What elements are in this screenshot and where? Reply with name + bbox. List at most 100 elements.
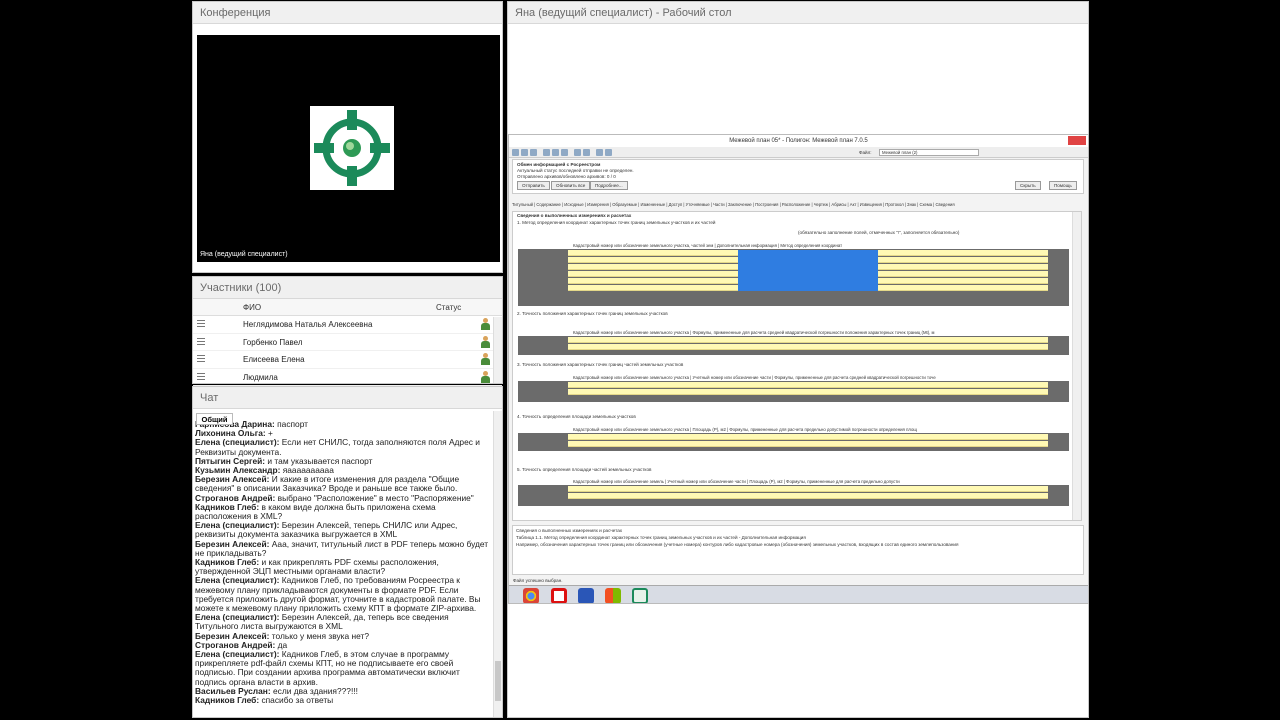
chat-scroll-thumb[interactable] <box>495 661 501 701</box>
chat-message: Елена (специалист): Березин Алексей, да,… <box>195 613 491 632</box>
table-row[interactable] <box>568 382 1048 388</box>
presenter-logo <box>310 106 394 190</box>
col-status-header[interactable]: Статус <box>436 303 461 312</box>
selected-cells[interactable] <box>738 250 878 291</box>
subsection-1-title: 1. Метод определения координат характерн… <box>517 220 716 225</box>
help-button[interactable]: Помощь <box>1049 181 1077 190</box>
participants-panel: Участники (100) ФИО Статус Неглядимова Н… <box>192 276 503 386</box>
windows-app-icon[interactable] <box>605 588 621 603</box>
chrome-icon[interactable] <box>523 588 539 603</box>
note-fill-1: (обязательно заполнение полей, отмеченны… <box>798 230 960 235</box>
exchange-section: Обмен информацией с Росреестром Актуальн… <box>512 159 1084 194</box>
table-5: Кадастровый номер или обозначение земель… <box>518 478 1069 506</box>
save-disk-icon[interactable] <box>578 588 594 603</box>
app-window: Межевой план 05* - Полигон: Межевой план… <box>508 134 1089 604</box>
preview-icon[interactable] <box>583 149 590 156</box>
subsection-4-title: 4. Точность определения площади земельны… <box>517 414 636 419</box>
table-2: Кадастровый номер или обозначение земель… <box>518 329 1069 355</box>
row-menu-icon[interactable] <box>197 372 205 380</box>
table-1-header: Кадастровый номер или обозначение земель… <box>518 242 1069 249</box>
row-menu-icon[interactable] <box>197 320 205 327</box>
participant-name: Неглядимова Наталья Алексеевна <box>243 320 373 329</box>
exchange-title: Обмен информацией с Росреестром <box>517 162 601 167</box>
section-heading: Сведения о выполненных измерениях и расч… <box>517 213 632 218</box>
redo-icon[interactable] <box>605 149 612 156</box>
table-4-header: Кадастровый номер или обозначение земель… <box>518 426 1069 433</box>
new-file-icon[interactable] <box>512 149 519 156</box>
section-tabs[interactable]: Титульный | Содержание | Исходные | Изме… <box>512 202 1084 210</box>
row-menu-icon[interactable] <box>197 355 205 362</box>
chat-panel: Чат Гарнисова Дарина: паспорт Лихонина Ол… <box>192 386 503 718</box>
app-toolbar: Файл: Межевой план (2) <box>509 147 1088 158</box>
chat-message: Елена (специалист): Если нет СНИЛС, тогд… <box>195 438 491 457</box>
desktop-title: Яна (ведущий специалист) - Рабочий стол <box>508 2 1088 24</box>
chat-message: Кадников Глеб: спасибо за ответы <box>195 695 491 706</box>
table-row[interactable] <box>568 441 1048 447</box>
chat-message: Елена (специалист): Березин Алексей, теп… <box>195 521 491 540</box>
row-menu-icon[interactable] <box>197 337 205 345</box>
user-status-icon <box>481 353 490 365</box>
opera-icon[interactable] <box>551 588 567 603</box>
cut-icon[interactable] <box>543 149 550 156</box>
footer-caption: Сведения о выполненных измерениях и расч… <box>516 528 623 533</box>
subsection-2-title: 2. Точность положения характерных точек … <box>517 311 668 316</box>
table-row[interactable] <box>568 344 1048 350</box>
participant-row[interactable]: Елисеева Елена <box>193 351 502 369</box>
user-status-icon <box>481 318 490 330</box>
copy-icon[interactable] <box>552 149 559 156</box>
chat-text: спасибо за ответы <box>259 695 334 706</box>
print-icon[interactable] <box>574 149 581 156</box>
participants-scrollbar[interactable] <box>493 317 502 383</box>
tab-general[interactable]: Общий <box>196 413 233 425</box>
undo-icon[interactable] <box>596 149 603 156</box>
footer-line-2: Например, обозначения характерных точек … <box>516 542 959 547</box>
info-footer: Сведения о выполненных измерениях и расч… <box>512 525 1084 575</box>
chat-message: Кадников Глеб: и как прикреплять PDF схе… <box>195 557 491 576</box>
close-button[interactable] <box>1068 136 1086 145</box>
participant-row[interactable]: Горбенко Павел <box>193 334 502 351</box>
conference-title: Конференция <box>193 2 502 24</box>
send-button[interactable]: Отправить <box>517 181 550 190</box>
file-field[interactable]: Межевой план (2) <box>879 149 979 156</box>
chat-text: паспорт <box>274 420 309 429</box>
hide-button[interactable]: Скрыть <box>1015 181 1041 190</box>
open-file-icon[interactable] <box>521 149 528 156</box>
exchange-count: Отправлено архивов/обновлено архивов: 0 … <box>517 174 616 179</box>
chat-author: Кадников Глеб: <box>195 695 260 706</box>
participant-row[interactable]: Людмила <box>193 369 502 386</box>
save-file-icon[interactable] <box>530 149 537 156</box>
user-status-icon <box>481 370 490 383</box>
status-bar: Файл успешно выбран. <box>513 578 563 583</box>
user-status-icon <box>481 335 490 348</box>
desktop-share-panel: Яна (ведущий специалист) - Рабочий стол … <box>507 1 1089 718</box>
taskbar <box>509 585 1088 603</box>
participant-row[interactable]: Неглядимова Наталья Алексеевна <box>193 316 502 334</box>
participant-name: Людмила <box>243 372 278 382</box>
subsection-3-title: 3. Точность положения характерных точек … <box>517 362 684 367</box>
table-row[interactable] <box>568 486 1048 492</box>
participants-title: Участники (100) <box>193 277 502 299</box>
col-name-header[interactable]: ФИО <box>243 303 261 312</box>
table-row[interactable] <box>568 389 1048 395</box>
polygon-app-icon[interactable] <box>632 588 648 603</box>
subsection-5-title: 5. Точность определения площади частей з… <box>517 467 652 472</box>
footer-line-1: Таблица 1.1. Метод определения координат… <box>516 535 806 540</box>
video-label: Яна (ведущий специалист) <box>200 251 288 258</box>
table-4: Кадастровый номер или обозначение земель… <box>518 426 1069 451</box>
participant-name: Елисеева Елена <box>243 355 305 364</box>
paste-icon[interactable] <box>561 149 568 156</box>
chat-scrollbar[interactable] <box>493 411 502 717</box>
chat-message: Березин Алексей: И какие в итоге изменен… <box>195 475 491 494</box>
table-row[interactable] <box>568 493 1048 499</box>
table-row[interactable] <box>568 434 1048 440</box>
table-row[interactable] <box>568 337 1048 343</box>
table-3: Кадастровый номер или обозначение земель… <box>518 374 1069 402</box>
more-button[interactable]: Подробнее... <box>590 181 628 190</box>
exchange-status: Актуальный статус последней отправки не … <box>517 168 634 173</box>
update-all-button[interactable]: Обновить все <box>551 181 591 190</box>
form-scrollbar[interactable] <box>1072 212 1081 520</box>
participant-name: Горбенко Павел <box>243 337 303 347</box>
table-3-header: Кадастровый номер или обозначение земель… <box>518 374 1069 381</box>
file-field-label: Файл: <box>859 150 872 155</box>
chat-title: Чат <box>193 387 502 409</box>
